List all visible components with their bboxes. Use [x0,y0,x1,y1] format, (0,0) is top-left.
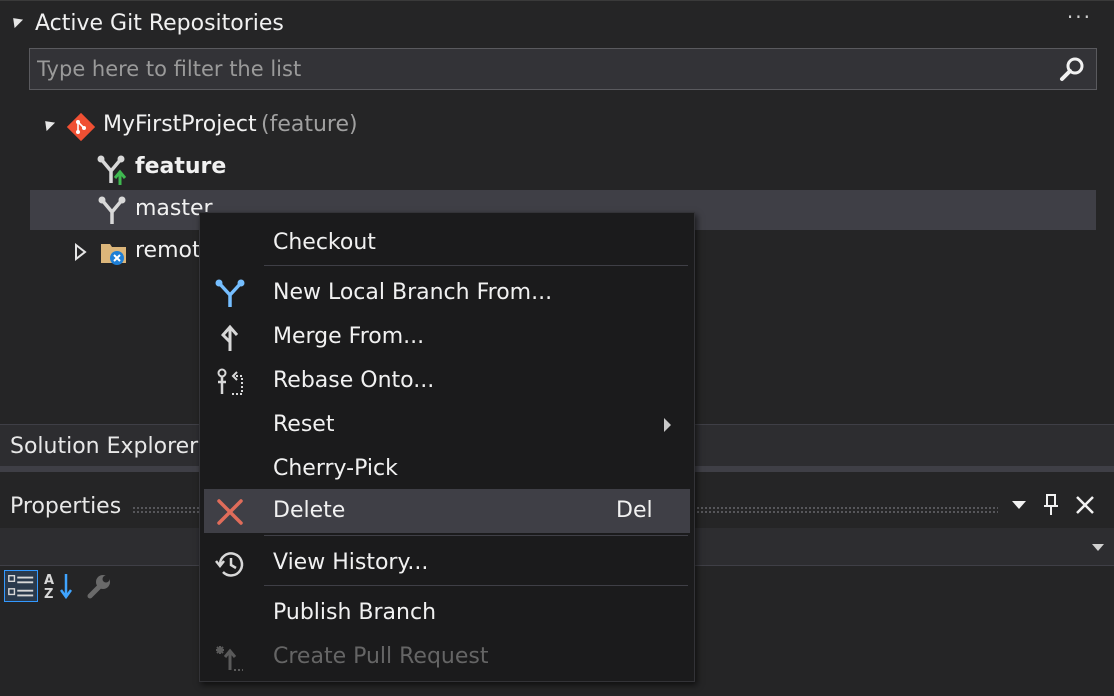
menu-item-cherry-pick[interactable]: Cherry-Pick [204,447,690,491]
dropdown-menu-icon[interactable] [1004,490,1034,520]
git-repo-icon [66,112,96,142]
svg-text:A: A [44,573,54,588]
categorized-icon[interactable] [4,570,38,602]
menu-item-label: New Local Branch From... [273,280,553,305]
close-icon[interactable] [1070,490,1100,520]
menu-item-label: Cherry-Pick [273,456,398,481]
filter-input[interactable] [30,49,1050,89]
menu-item-label: Create Pull Request [273,644,489,669]
menu-item-label: View History... [273,550,429,575]
menu-item-new-local-branch[interactable]: New Local Branch From... [204,271,690,315]
solution-explorer-label: Solution Explorer [10,434,199,459]
remote-folder-icon [101,244,126,265]
new-branch-icon [215,279,245,307]
menu-item-label: Checkout [273,230,376,255]
menu-item-delete[interactable]: Delete Del [204,489,690,533]
menu-separator [264,265,688,266]
branch-icon [98,196,126,224]
submenu-arrow-icon [664,418,671,432]
panel-collapse-icon[interactable] [8,13,24,29]
menu-separator [264,585,688,586]
menu-item-reset[interactable]: Reset [204,403,690,447]
filter-box [29,48,1097,90]
menu-item-label: Merge From... [273,324,425,349]
history-icon [215,552,244,577]
menu-item-merge-from[interactable]: Merge From... [204,315,690,359]
remotes-label: remot [135,238,201,263]
menu-separator [264,535,688,536]
svg-text:Z: Z [44,587,53,602]
search-icon[interactable] [1058,55,1086,83]
properties-title: Properties [10,494,122,519]
branch-name-feature: feature [135,154,227,179]
remotes-expand-icon[interactable] [74,243,88,261]
delete-x-icon [217,499,243,525]
wrench-icon[interactable] [82,570,116,602]
menu-item-label: Publish Branch [273,600,437,625]
branch-row-feature[interactable]: feature [30,148,1096,188]
repo-name: MyFirstProject [103,112,257,137]
rebase-icon [217,368,243,395]
repo-current-branch: (feature) [261,112,358,137]
repo-expand-icon[interactable] [40,116,56,132]
menu-item-publish-branch[interactable]: Publish Branch [204,591,690,635]
branch-context-menu: Checkout New Local Branch From... Merge … [199,212,695,682]
menu-item-create-pull-request: Create Pull Request [204,635,690,679]
menu-item-checkout[interactable]: Checkout [204,221,690,265]
menu-item-rebase-onto[interactable]: Rebase Onto... [204,359,690,403]
branch-current-icon [97,155,127,185]
menu-item-label: Rebase Onto... [273,368,435,393]
panel-title: Active Git Repositories [35,11,284,36]
alphabetical-sort-icon[interactable]: A Z [42,570,76,602]
menu-item-label: Reset [273,412,335,437]
more-horizontal-icon[interactable]: ··· [1067,5,1092,29]
menu-item-shortcut: Del [616,498,653,523]
chevron-down-icon[interactable] [1092,544,1104,551]
merge-icon [220,324,239,351]
menu-item-view-history[interactable]: View History... [204,541,690,585]
pin-icon[interactable] [1036,490,1066,520]
menu-item-label: Delete [273,498,346,523]
pull-request-icon [216,646,243,671]
repo-row[interactable]: MyFirstProject (feature) [30,106,1096,146]
